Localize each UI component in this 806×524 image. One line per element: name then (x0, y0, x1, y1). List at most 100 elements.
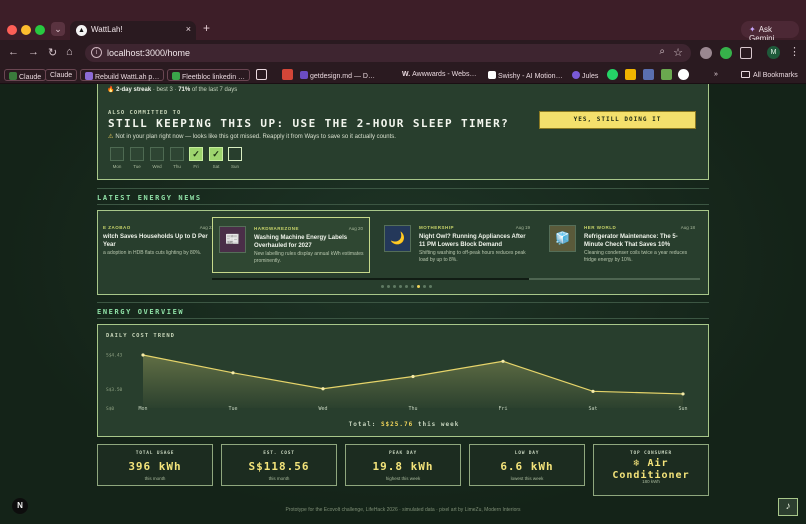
stat-est-cost: EST. COST S$118.56 this month (221, 444, 337, 486)
stat-label: LOW DAY (514, 451, 540, 456)
window-close-button[interactable] (7, 25, 17, 35)
browser-menu-icon[interactable]: ⋮ (789, 45, 800, 58)
chart-point-mon[interactable] (141, 353, 145, 357)
extension-green-icon[interactable] (720, 47, 732, 59)
site-info-icon[interactable]: i (91, 47, 102, 58)
zoom-icon[interactable]: ⌕ (659, 46, 665, 57)
x-tick-label: Wed (318, 406, 327, 412)
pager-dot[interactable] (417, 285, 420, 288)
section-divider (97, 188, 709, 189)
carousel-scroll-thumb[interactable] (212, 278, 530, 280)
home-icon[interactable]: ⌂ (66, 46, 73, 58)
day-label-thu: Thu (173, 164, 181, 169)
day-box-sun[interactable] (228, 147, 242, 161)
news-card-active[interactable]: 📰 HARDWAREZONE Aug 20 Washing Machine En… (212, 217, 370, 273)
bookmarks-overflow-icon[interactable]: » (710, 69, 722, 81)
chart-point-tue[interactable] (231, 371, 235, 375)
chart-point-fri[interactable] (501, 359, 505, 363)
calendar-icon[interactable] (643, 69, 654, 80)
news-card[interactable]: E ZAOBAO Aug 22 witch Saves Households U… (98, 217, 220, 273)
stat-value: S$118.56 (248, 460, 310, 473)
news-headline: Night Owl? Running Appliances After 11 P… (419, 234, 526, 248)
daily-cost-chart-panel: DAILY COST TREND Mon Tue Wed Thu Fri Sat Sun S$… (97, 324, 709, 437)
chart-point-sat[interactable] (591, 389, 595, 393)
news-card[interactable]: 🌙 MOTHERSHIP Aug 19 Night Owl? Running A… (378, 217, 536, 273)
chart-area-fill (143, 355, 683, 408)
news-headline: Washing Machine Energy Labels Overhauled… (254, 235, 348, 249)
bookmark-star-icon[interactable]: ☆ (673, 46, 683, 59)
bookmark-rebuild-wattlah[interactable]: Rebuild WattLah p… (80, 69, 165, 81)
bookmark-claude-2[interactable]: Claude (45, 69, 78, 81)
window-minimize-button[interactable] (21, 25, 31, 35)
profile-avatar[interactable]: M (767, 46, 780, 59)
leaf-icon[interactable] (661, 69, 672, 80)
day-box-sat[interactable]: ✓ (209, 147, 223, 161)
news-description: Shifting washing to off-peak hours reduc… (419, 250, 526, 263)
pager-dot[interactable] (411, 285, 414, 288)
chart-point-sun[interactable] (681, 392, 685, 396)
day-label-fri: Fri (193, 164, 199, 169)
apps-grid-icon[interactable] (256, 69, 267, 80)
reload-icon[interactable]: ↻ (48, 46, 57, 59)
music-toggle-button[interactable]: ♪ (778, 498, 798, 516)
chatgpt-icon[interactable] (678, 69, 689, 80)
bookmark-jules[interactable]: Jules (568, 69, 602, 81)
pager-dot[interactable] (381, 285, 384, 288)
address-bar[interactable]: i localhost:3000/home ⌕ ☆ (85, 44, 691, 62)
pager-dot[interactable] (387, 285, 390, 288)
tab-search-button[interactable]: ⌄ (51, 22, 65, 36)
gmail-icon[interactable] (282, 69, 293, 80)
chart-total: Total: S$25.76 this week (348, 421, 460, 428)
chart-point-thu[interactable] (411, 374, 415, 379)
stat-value: 19.8 kWh (372, 460, 434, 473)
warning-icon: ⚠ (108, 134, 114, 140)
news-headline: Refrigerator Maintenance: The 5-Minute C… (584, 234, 678, 248)
bookmark-claude-1[interactable]: Claude (4, 69, 47, 81)
url-text[interactable]: localhost:3000/home (107, 48, 190, 58)
day-box-wed[interactable] (150, 147, 164, 161)
carousel-scrollbar[interactable] (212, 278, 700, 280)
still-doing-it-button[interactable]: YES, STILL DOING IT (539, 111, 696, 129)
extension-icon[interactable] (700, 47, 712, 59)
day-box-tue[interactable] (130, 147, 144, 161)
pager-dot[interactable] (429, 285, 432, 288)
news-card[interactable]: 🧊 HER WORLD Aug 18 Refrigerator Maintena… (543, 217, 701, 273)
all-bookmarks-button[interactable]: All Bookmarks (741, 71, 798, 79)
also-committed-label: ALSO COMMITTED TO (108, 110, 182, 116)
news-carousel[interactable]: E ZAOBAO Aug 22 witch Saves Households U… (97, 210, 709, 295)
news-date: Aug 19 (515, 225, 530, 230)
extensions-puzzle-icon[interactable] (740, 47, 752, 59)
new-tab-button[interactable]: + (203, 21, 210, 35)
chart-point-wed[interactable] (321, 387, 325, 391)
day-box-fri[interactable]: ✓ (189, 147, 203, 161)
chart-total-value: S$25.76 (380, 421, 414, 428)
day-box-thu[interactable] (170, 147, 184, 161)
pager-dot[interactable] (399, 285, 402, 288)
tab-close-icon[interactable]: × (186, 24, 191, 34)
forward-arrow-icon[interactable]: → (28, 46, 39, 58)
x-tick-label: Sun (678, 406, 687, 412)
window-maximize-button[interactable] (35, 25, 45, 35)
y-tick-label: S$0 (106, 406, 114, 412)
footer-credits: Prototype for the Ecovolt challenge, Lif… (285, 507, 521, 513)
bookmark-fleetbloc[interactable]: Fleetbloc linkedin … (167, 69, 251, 81)
section-divider (97, 318, 709, 319)
pager-dot[interactable] (393, 285, 396, 288)
ask-gemini-button[interactable]: ✦ Ask Gemini (741, 21, 799, 43)
whatsapp-icon[interactable] (607, 69, 618, 80)
stat-label: TOP CONSUMER (629, 451, 673, 456)
bookmark-swishy[interactable]: Swishy - AI Motion… (484, 69, 567, 81)
day-label-sun: Sun (230, 164, 239, 169)
back-arrow-icon[interactable]: ← (8, 46, 19, 58)
bookmark-awwwards[interactable]: W. Awwwards - Webs… (398, 69, 480, 81)
pager-dot[interactable] (405, 285, 408, 288)
nextjs-dev-badge[interactable]: N (12, 498, 28, 514)
pager-dot[interactable] (423, 285, 426, 288)
tab-wattlah[interactable]: ▲ WattLah! × (70, 21, 196, 40)
day-box-mon[interactable] (110, 147, 124, 161)
bookmark-getdesign[interactable]: getdesign.md — D… (296, 69, 379, 81)
video-icon[interactable] (625, 69, 636, 80)
moon-icon: 🌙 (384, 225, 411, 252)
day-label-sat: Sat (212, 164, 220, 169)
news-source: HARDWAREZONE (254, 226, 299, 231)
